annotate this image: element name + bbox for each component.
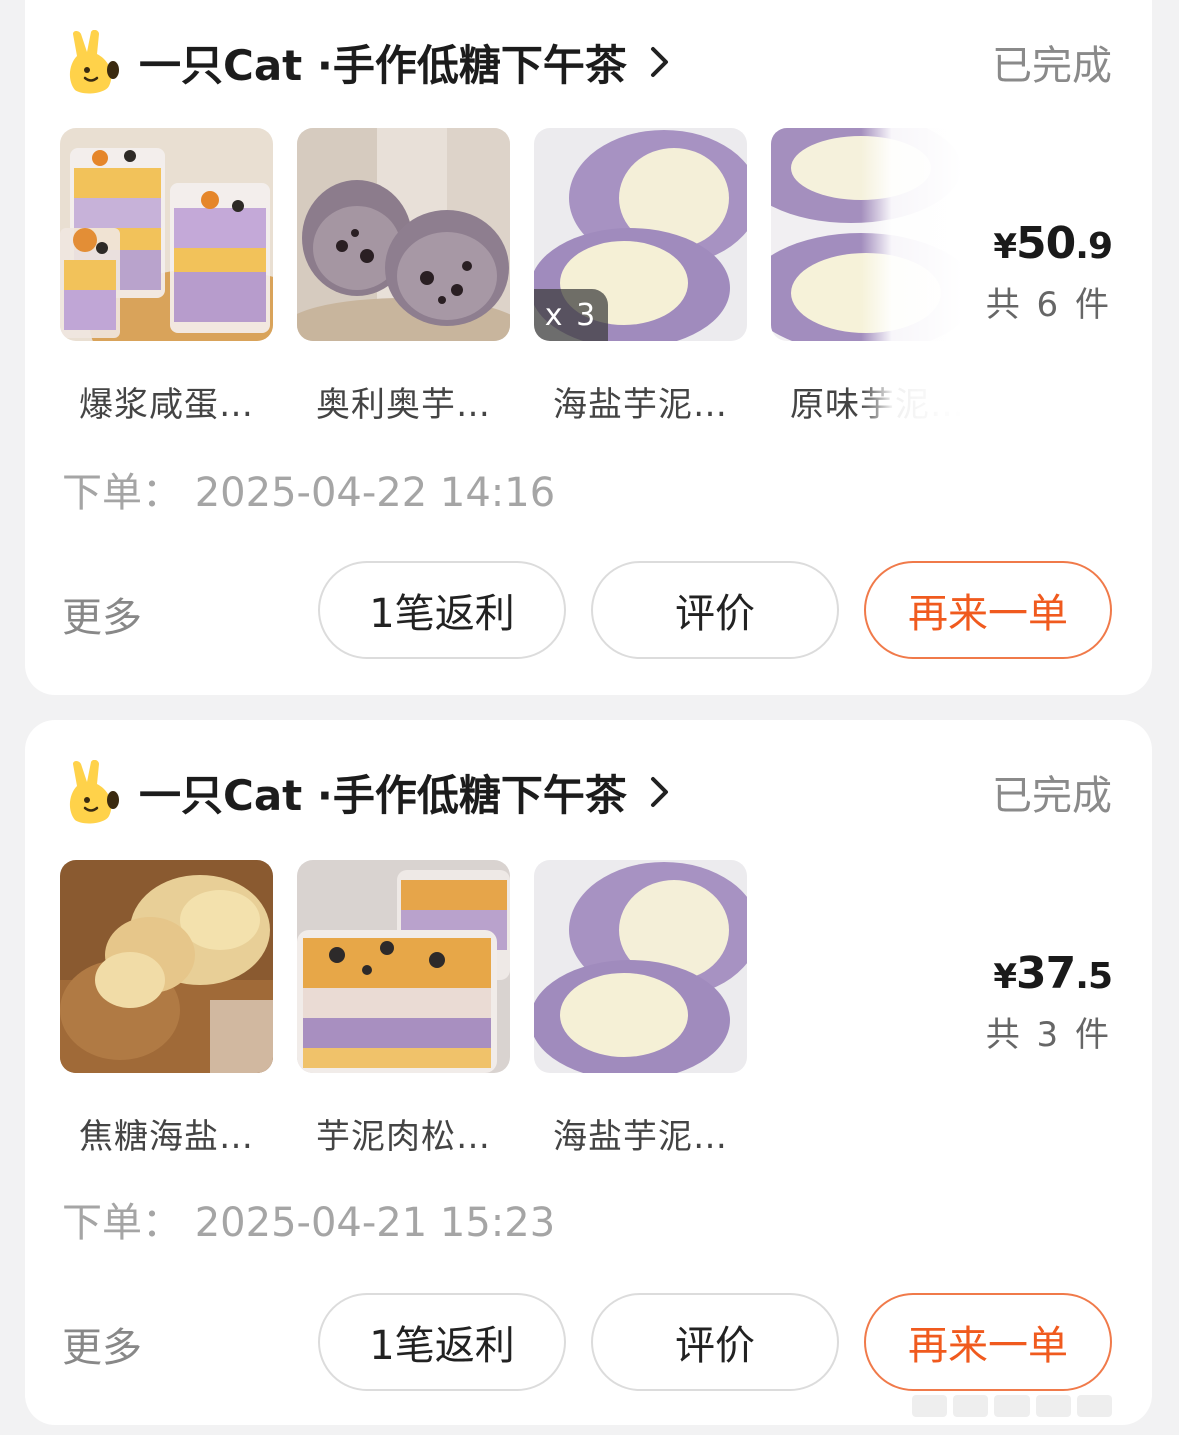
order-price: ¥37.5 bbox=[993, 948, 1113, 999]
product-list[interactable]: 爆浆咸蛋… 奥利奥芋… x 3 海盐芋泥… bbox=[60, 128, 984, 426]
product-image[interactable] bbox=[297, 128, 510, 341]
order-price: ¥50.9 bbox=[993, 218, 1113, 269]
product-name: 爆浆咸蛋… bbox=[79, 385, 254, 425]
review-button[interactable]: 评价 bbox=[591, 1293, 839, 1391]
product-name: 芋泥肉松… bbox=[316, 1117, 491, 1157]
order-header[interactable]: 一只Cat ·手作低糖下午茶 已完成 bbox=[65, 30, 1112, 94]
product-item[interactable]: x 3 海盐芋泥… bbox=[534, 128, 747, 426]
order-summary: ¥37.5 共 3 件 bbox=[985, 948, 1113, 1056]
caramel-sea-salt-puff-cup-image bbox=[60, 860, 273, 1073]
rebate-button[interactable]: 1笔返利 bbox=[318, 1293, 566, 1391]
order-time: 下单： 2025-04-22 14:16 bbox=[62, 470, 556, 516]
product-item[interactable]: 焦糖海盐… bbox=[60, 860, 273, 1158]
product-image[interactable] bbox=[60, 860, 273, 1073]
product-item[interactable]: 芋泥肉松… bbox=[297, 860, 510, 1158]
item-count: 共 6 件 bbox=[985, 285, 1112, 325]
chevron-right-icon[interactable] bbox=[649, 45, 671, 79]
order-time: 下单： 2025-04-21 15:23 bbox=[62, 1200, 556, 1246]
product-item[interactable]: 奥利奥芋… bbox=[297, 128, 510, 426]
product-list[interactable]: 焦糖海盐… 芋泥肉松… 海盐芋泥… bbox=[60, 860, 747, 1158]
reorder-button[interactable]: 再来一单 bbox=[864, 561, 1112, 659]
more-button[interactable]: 更多 bbox=[62, 1315, 142, 1373]
shop-name[interactable]: 一只Cat ·手作低糖下午茶 bbox=[139, 32, 627, 93]
order-summary: ¥50.9 共 6 件 bbox=[985, 218, 1113, 326]
product-name: 奥利奥芋… bbox=[316, 385, 491, 425]
product-name: 海盐芋泥… bbox=[553, 1117, 728, 1157]
product-item[interactable]: 爆浆咸蛋… bbox=[60, 128, 273, 426]
salted-egg-yolk-cake-cup-image bbox=[60, 128, 273, 341]
product-image[interactable] bbox=[60, 128, 273, 341]
more-button[interactable]: 更多 bbox=[62, 585, 142, 643]
product-name: 海盐芋泥… bbox=[553, 385, 728, 425]
product-image[interactable] bbox=[297, 860, 510, 1073]
shop-logo-icon bbox=[70, 760, 119, 824]
rebate-button[interactable]: 1笔返利 bbox=[318, 561, 566, 659]
chevron-right-icon[interactable] bbox=[649, 775, 671, 809]
taro-pork-floss-box-image bbox=[297, 860, 510, 1073]
product-image[interactable]: x 3 bbox=[534, 128, 747, 341]
item-count: 共 3 件 bbox=[985, 1015, 1112, 1055]
order-card[interactable]: 一只Cat ·手作低糖下午茶 已完成 bbox=[25, 720, 1152, 1425]
watermark bbox=[912, 1395, 1113, 1417]
sea-salt-taro-mochi-image bbox=[534, 860, 747, 1073]
reorder-button[interactable]: 再来一单 bbox=[864, 1293, 1112, 1391]
product-name: 焦糖海盐… bbox=[79, 1117, 254, 1157]
product-image[interactable] bbox=[534, 860, 747, 1073]
shop-logo-icon bbox=[70, 30, 119, 94]
product-item[interactable]: 海盐芋泥… bbox=[534, 860, 747, 1158]
shop-name[interactable]: 一只Cat ·手作低糖下午茶 bbox=[139, 762, 627, 823]
order-list: 一只Cat ·手作低糖下午茶 已完成 爆浆咸蛋… 奥利奥芋… x 3 海盐芋泥…… bbox=[0, 0, 1179, 1435]
quantity-badge: x 3 bbox=[534, 289, 608, 341]
order-header[interactable]: 一只Cat ·手作低糖下午茶 已完成 bbox=[65, 760, 1112, 824]
order-card[interactable]: 一只Cat ·手作低糖下午茶 已完成 bbox=[25, 0, 1152, 695]
order-status: 已完成 bbox=[992, 773, 1112, 819]
order-status: 已完成 bbox=[992, 43, 1112, 89]
oreo-taro-mochi-image bbox=[297, 128, 510, 341]
review-button[interactable]: 评价 bbox=[591, 561, 839, 659]
